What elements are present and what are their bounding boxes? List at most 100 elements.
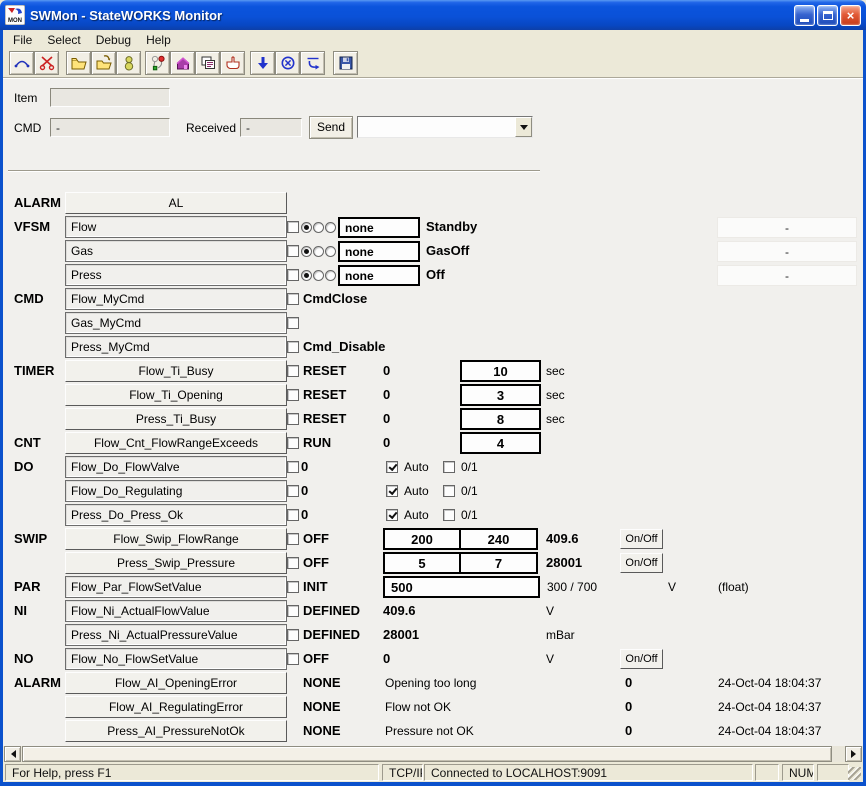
- command-combobox[interactable]: [357, 116, 533, 138]
- timer-name-button[interactable]: Flow_Ti_Busy: [65, 360, 287, 382]
- item-field[interactable]: [50, 88, 170, 107]
- cmd-name-field[interactable]: Press_MyCmd: [65, 336, 287, 358]
- bit-checkbox[interactable]: [443, 461, 455, 473]
- par-name-field[interactable]: Flow_Par_FlowSetValue: [65, 576, 287, 598]
- timer-name-button[interactable]: Press_Ti_Busy: [65, 408, 287, 430]
- ni-name-field[interactable]: Press_Ni_ActualPressureValue: [65, 624, 287, 646]
- open-folder-icon[interactable]: [66, 51, 91, 75]
- swip-low-field[interactable]: 200: [383, 528, 461, 550]
- down-arrow-icon[interactable]: [250, 51, 275, 75]
- command-select-field[interactable]: none: [338, 241, 420, 262]
- radio-option-3[interactable]: [325, 222, 336, 233]
- do-name-field[interactable]: Flow_Do_Regulating: [65, 480, 287, 502]
- bit-checkbox[interactable]: [443, 485, 455, 497]
- auto-checkbox[interactable]: [386, 485, 398, 497]
- send-button[interactable]: Send: [309, 116, 353, 139]
- alarm-name-button[interactable]: Flow_AI_OpeningError: [65, 672, 287, 694]
- radio-option-1[interactable]: [301, 246, 312, 257]
- trace-checkbox[interactable]: [287, 485, 299, 497]
- no-name-field[interactable]: Flow_No_FlowSetValue: [65, 648, 287, 670]
- maximize-button[interactable]: [817, 5, 838, 26]
- trace-checkbox[interactable]: [287, 269, 299, 281]
- key-icon[interactable]: [116, 51, 141, 75]
- bit-checkbox[interactable]: [443, 509, 455, 521]
- open-folder-import-icon[interactable]: [91, 51, 116, 75]
- onoff-button[interactable]: On/Off: [620, 649, 663, 669]
- trace-checkbox[interactable]: [287, 509, 299, 521]
- cmd-name-field[interactable]: Flow_MyCmd: [65, 288, 287, 310]
- save-floppy-icon[interactable]: [333, 51, 358, 75]
- swip-name-button[interactable]: Flow_Swip_FlowRange: [65, 528, 287, 550]
- timer-preset-field[interactable]: 8: [460, 408, 541, 430]
- cmd-name-field[interactable]: Gas_MyCmd: [65, 312, 287, 334]
- do-name-field[interactable]: Press_Do_Press_Ok: [65, 504, 287, 526]
- onoff-button[interactable]: On/Off: [620, 529, 663, 549]
- auto-checkbox[interactable]: [386, 461, 398, 473]
- radio-option-2[interactable]: [313, 246, 324, 257]
- trace-checkbox[interactable]: [287, 557, 299, 569]
- cmd-field[interactable]: -: [50, 118, 170, 137]
- radio-option-1[interactable]: [301, 222, 312, 233]
- swip-high-field[interactable]: 7: [459, 552, 538, 574]
- vfsm-name-field[interactable]: Flow: [65, 216, 287, 238]
- auto-checkbox[interactable]: [386, 509, 398, 521]
- onoff-button[interactable]: On/Off: [620, 553, 663, 573]
- ni-name-field[interactable]: Flow_Ni_ActualFlowValue: [65, 600, 287, 622]
- radio-option-2[interactable]: [313, 222, 324, 233]
- pointing-hand-icon[interactable]: [220, 51, 245, 75]
- radio-option-2[interactable]: [313, 270, 324, 281]
- menu-help[interactable]: Help: [140, 31, 180, 49]
- trace-checkbox[interactable]: [287, 581, 299, 593]
- scroll-right-button[interactable]: [845, 746, 862, 762]
- menu-debug[interactable]: Debug: [90, 31, 140, 49]
- close-button[interactable]: ×: [840, 5, 861, 26]
- trace-checkbox[interactable]: [287, 653, 299, 665]
- timer-preset-field[interactable]: 3: [460, 384, 541, 406]
- swip-high-field[interactable]: 240: [459, 528, 538, 550]
- home-icon[interactable]: [170, 51, 195, 75]
- trace-checkbox[interactable]: [287, 221, 299, 233]
- scroll-left-button[interactable]: [4, 746, 21, 762]
- trace-checkbox[interactable]: [287, 629, 299, 641]
- loop-arrow-icon[interactable]: [300, 51, 325, 75]
- swip-name-button[interactable]: Press_Swip_Pressure: [65, 552, 287, 574]
- alarm-name-button[interactable]: Press_AI_PressureNotOk: [65, 720, 287, 742]
- trace-checkbox[interactable]: [287, 413, 299, 425]
- alarm-al-button[interactable]: AL: [65, 192, 287, 214]
- radio-option-3[interactable]: [325, 246, 336, 257]
- trace-checkbox[interactable]: [287, 389, 299, 401]
- combobox-dropdown-button[interactable]: [515, 117, 532, 137]
- scrollbar-thumb[interactable]: [22, 746, 832, 762]
- trace-checkbox[interactable]: [287, 365, 299, 377]
- cut-scissors-icon[interactable]: [34, 51, 59, 75]
- radio-option-3[interactable]: [325, 270, 336, 281]
- trace-checkbox[interactable]: [287, 245, 299, 257]
- stop-circle-icon[interactable]: [275, 51, 300, 75]
- title-bar[interactable]: MON SWMon - StateWORKS Monitor ×: [0, 0, 866, 30]
- trace-checkbox[interactable]: [287, 293, 299, 305]
- vfsm-name-field[interactable]: Press: [65, 264, 287, 286]
- alarm-name-button[interactable]: Flow_AI_RegulatingError: [65, 696, 287, 718]
- counter-preset-field[interactable]: 4: [460, 432, 541, 454]
- menu-file[interactable]: File: [7, 31, 41, 49]
- connect-arc-icon[interactable]: [9, 51, 34, 75]
- timer-name-button[interactable]: Flow_Ti_Opening: [65, 384, 287, 406]
- timer-preset-field[interactable]: 10: [460, 360, 541, 382]
- swip-low-field[interactable]: 5: [383, 552, 461, 574]
- do-name-field[interactable]: Flow_Do_FlowValve: [65, 456, 287, 478]
- menu-select[interactable]: Select: [41, 31, 89, 49]
- resize-grip[interactable]: [848, 767, 861, 780]
- trace-checkbox[interactable]: [287, 461, 299, 473]
- command-select-field[interactable]: none: [338, 217, 420, 238]
- trace-checkbox[interactable]: [287, 605, 299, 617]
- state-diagram-icon[interactable]: [145, 51, 170, 75]
- command-select-field[interactable]: none: [338, 265, 420, 286]
- horizontal-scrollbar[interactable]: [3, 746, 863, 762]
- trace-checkbox[interactable]: [287, 341, 299, 353]
- radio-option-1[interactable]: [301, 270, 312, 281]
- trace-checkbox[interactable]: [287, 533, 299, 545]
- vfsm-name-field[interactable]: Gas: [65, 240, 287, 262]
- counter-name-button[interactable]: Flow_Cnt_FlowRangeExceeds: [65, 432, 287, 454]
- par-value-field[interactable]: 500: [383, 576, 540, 598]
- minimize-button[interactable]: [794, 5, 815, 26]
